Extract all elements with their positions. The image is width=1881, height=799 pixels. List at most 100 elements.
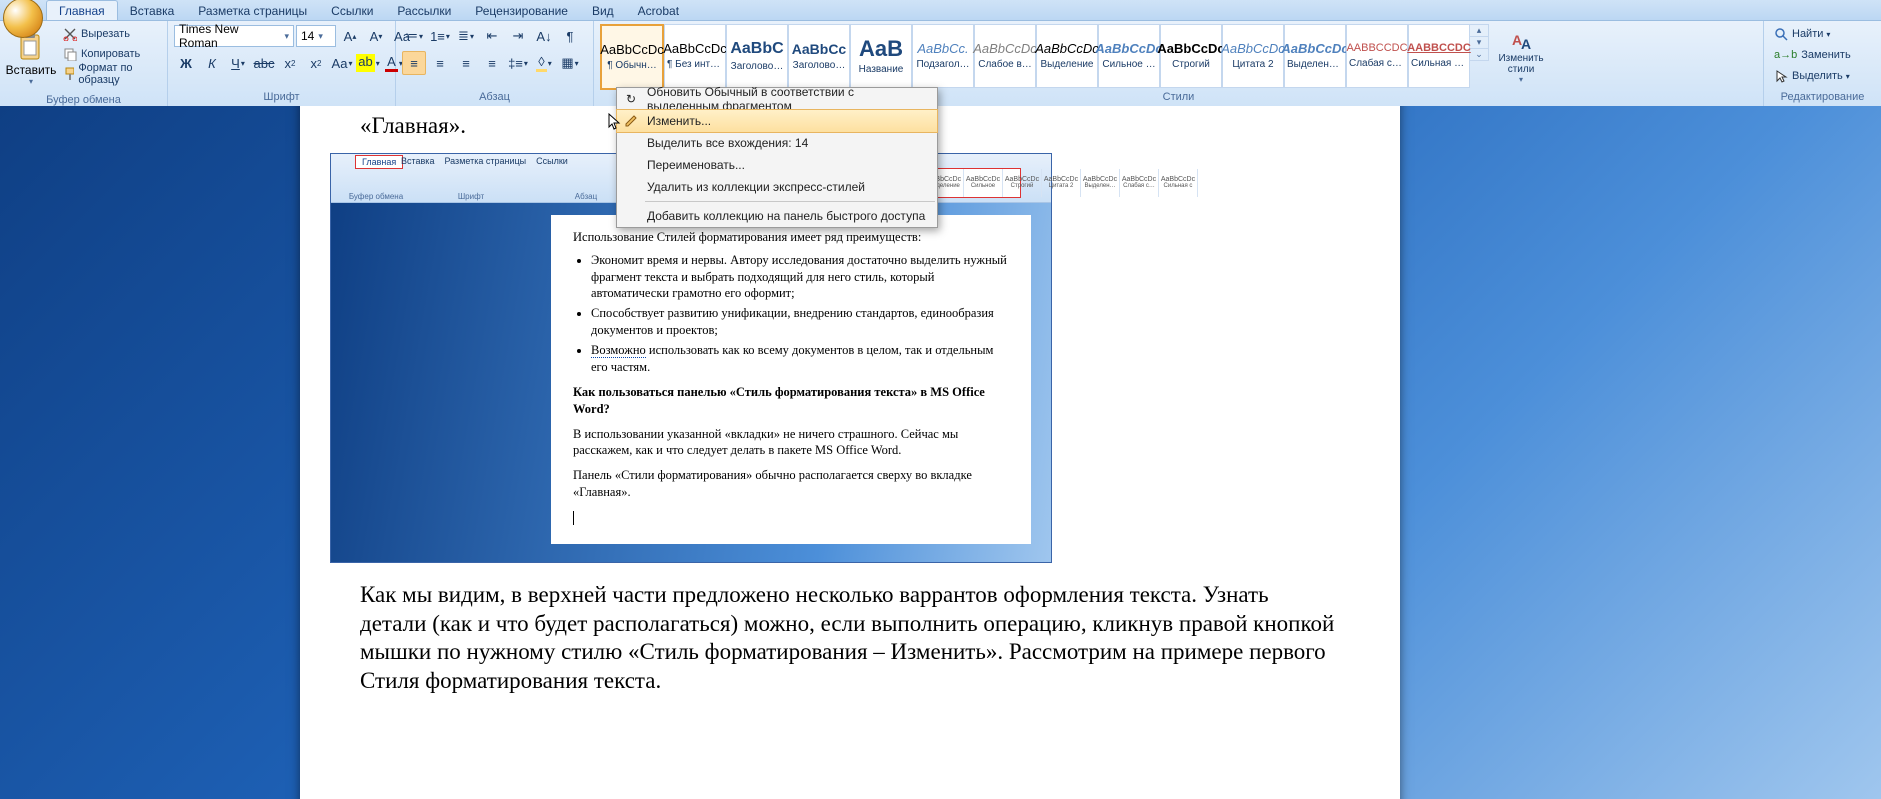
style-card-3[interactable]: AaBbCcЗаголово… xyxy=(788,24,850,88)
ctx-remove[interactable]: Удалить из коллекции экспресс-стилей xyxy=(617,176,937,198)
italic-button[interactable]: К xyxy=(200,51,224,75)
borders-button[interactable]: ▦▾ xyxy=(558,51,582,75)
style-card-1[interactable]: AaBbCcDc¶ Без инте… xyxy=(664,24,726,88)
indent-icon: ⇥ xyxy=(513,28,524,44)
style-card-9[interactable]: AaBbCcDcСтрогий xyxy=(1160,24,1222,88)
mini-group-font: Шрифт xyxy=(411,192,531,201)
style-card-13[interactable]: AABBCCDCСильная с… xyxy=(1408,24,1470,88)
ctx-select-all[interactable]: Выделить все вхождения: 14 xyxy=(617,132,937,154)
group-paragraph-title: Абзац xyxy=(402,89,587,106)
gallery-up-button[interactable]: ▴ xyxy=(1470,25,1488,36)
strike-button[interactable]: abc xyxy=(252,51,276,75)
style-preview: AaB xyxy=(859,38,903,60)
ctx-add-qat[interactable]: Добавить коллекцию на панель быстрого до… xyxy=(617,205,937,227)
justify-button[interactable]: ≡ xyxy=(480,51,504,75)
gallery-down-button[interactable]: ▾ xyxy=(1470,36,1488,48)
tab-review[interactable]: Рецензирование xyxy=(463,1,580,20)
style-name: Заголово… xyxy=(793,60,846,71)
style-card-5[interactable]: AaBbCc. Подзагол… xyxy=(912,24,974,88)
copy-icon xyxy=(63,47,77,61)
align-right-icon: ≡ xyxy=(462,56,470,71)
multilevel-button[interactable]: ≣▾ xyxy=(454,24,478,48)
shading-button[interactable]: ◊▾ xyxy=(532,51,556,75)
search-icon xyxy=(1774,27,1788,41)
indent-inc-button[interactable]: ⇥ xyxy=(506,24,530,48)
ctx-update-style[interactable]: ↻ Обновить Обычный в соответствии с выде… xyxy=(617,88,937,110)
tab-refs[interactable]: Ссылки xyxy=(319,1,385,20)
style-preview: AaBbCc. xyxy=(917,42,968,55)
style-card-8[interactable]: AaBbCcDcСильное … xyxy=(1098,24,1160,88)
align-right-button[interactable]: ≡ xyxy=(454,51,478,75)
align-left-button[interactable]: ≡ xyxy=(402,51,426,75)
change-case-button[interactable]: Aa▾ xyxy=(330,51,354,75)
style-card-12[interactable]: AABBCCDCСлабая сс… xyxy=(1346,24,1408,88)
ctx-rename[interactable]: Переименовать... xyxy=(617,154,937,176)
highlight-button[interactable]: ab▾ xyxy=(356,51,380,75)
tab-layout[interactable]: Разметка страницы xyxy=(186,1,319,20)
style-card-7[interactable]: AaBbCcDcВыделение xyxy=(1036,24,1098,88)
change-styles-button[interactable]: AA Изменить стили ▾ xyxy=(1495,24,1547,88)
style-preview: AaBbCcDc xyxy=(1157,42,1224,55)
format-painter-label: Формат по образцу xyxy=(78,62,158,86)
tab-view[interactable]: Вид xyxy=(580,1,626,20)
numbering-button[interactable]: 1≡▾ xyxy=(428,24,452,48)
style-card-2[interactable]: AaBbCЗаголово… xyxy=(726,24,788,88)
mini-caret xyxy=(573,511,574,525)
style-card-11[interactable]: AaBbCcDcВыделенн… xyxy=(1284,24,1346,88)
style-preview: AaBbCcDc xyxy=(663,42,727,55)
styles-gallery-scroll[interactable]: ▴ ▾ ⌄ xyxy=(1470,24,1489,61)
show-marks-button[interactable]: ¶ xyxy=(558,24,582,48)
grow-font-button[interactable]: A▴ xyxy=(338,24,362,48)
sort-button[interactable]: A↓ xyxy=(532,24,556,48)
style-name: Слабое в… xyxy=(978,59,1032,70)
tab-mail[interactable]: Рассылки xyxy=(385,1,463,20)
style-name: Сильное … xyxy=(1102,59,1155,70)
underline-button[interactable]: Ч▾ xyxy=(226,51,250,75)
select-button[interactable]: Выделить▾ xyxy=(1770,66,1855,86)
cut-button[interactable]: Вырезать xyxy=(60,24,161,44)
ctx-rename-label: Переименовать... xyxy=(647,158,745,172)
bullets-icon: ≔ xyxy=(405,28,418,44)
change-styles-label: Изменить стили xyxy=(1496,53,1546,75)
mini-p5: Панель «Стили форматирования» обычно рас… xyxy=(573,467,1009,501)
superscript-button[interactable]: x2 xyxy=(304,51,328,75)
style-card-10[interactable]: AaBbCcDcЦитата 2 xyxy=(1222,24,1284,88)
pencil-icon xyxy=(623,113,639,129)
line-spacing-button[interactable]: ‡≡▾ xyxy=(506,51,530,75)
style-card-6[interactable]: AaBbCcDcСлабое в… xyxy=(974,24,1036,88)
style-card-0[interactable]: AaBbCcDc¶ Обычн… xyxy=(600,24,664,90)
subscript-button[interactable]: x2 xyxy=(278,51,302,75)
mini-bullet-3: Возможно использовать как ко всему докум… xyxy=(591,342,1009,376)
group-editing: Найти▾ a→b Заменить Выделить▾ Редактиров… xyxy=(1764,21,1881,106)
tab-insert[interactable]: Вставка xyxy=(118,1,187,20)
font-size-value: 14 xyxy=(301,29,314,43)
align-left-icon: ≡ xyxy=(410,56,418,71)
style-name: Слабая сс… xyxy=(1349,58,1405,69)
bullets-button[interactable]: ≔▾ xyxy=(402,24,426,48)
tab-home[interactable]: Главная xyxy=(46,0,118,20)
styles-gallery[interactable]: AaBbCcDc¶ Обычн…AaBbCcDc¶ Без инте…AaBbC… xyxy=(600,24,1470,88)
indent-dec-button[interactable]: ⇤ xyxy=(480,24,504,48)
tab-acrobat[interactable]: Acrobat xyxy=(626,1,691,20)
ctx-modify-style[interactable]: Изменить... xyxy=(616,109,938,133)
gallery-more-button[interactable]: ⌄ xyxy=(1470,48,1488,60)
brush-icon xyxy=(63,67,74,81)
group-editing-title: Редактирование xyxy=(1770,89,1875,106)
font-name-combo[interactable]: Times New Roman▾ xyxy=(174,25,294,47)
shrink-font-button[interactable]: A▾ xyxy=(364,24,388,48)
style-preview: AaBbCcDc xyxy=(1281,42,1348,55)
replace-icon: a→b xyxy=(1774,49,1797,61)
mini-page: Использование Стилей форматирования имее… xyxy=(551,215,1031,544)
ctx-modify-label: Изменить... xyxy=(647,114,711,128)
bold-button[interactable]: Ж xyxy=(174,51,198,75)
style-card-4[interactable]: AaBНазвание xyxy=(850,24,912,88)
group-font-title: Шрифт xyxy=(174,89,389,106)
replace-button[interactable]: a→b Заменить xyxy=(1770,45,1855,65)
highlight-icon: ab xyxy=(356,54,374,72)
find-button[interactable]: Найти▾ xyxy=(1770,24,1855,44)
style-name: Подзагол… xyxy=(916,59,969,70)
format-painter-button[interactable]: Формат по образцу xyxy=(60,64,161,84)
align-center-button[interactable]: ≡ xyxy=(428,51,452,75)
copy-button[interactable]: Копировать xyxy=(60,44,161,64)
font-size-combo[interactable]: 14▾ xyxy=(296,25,336,47)
